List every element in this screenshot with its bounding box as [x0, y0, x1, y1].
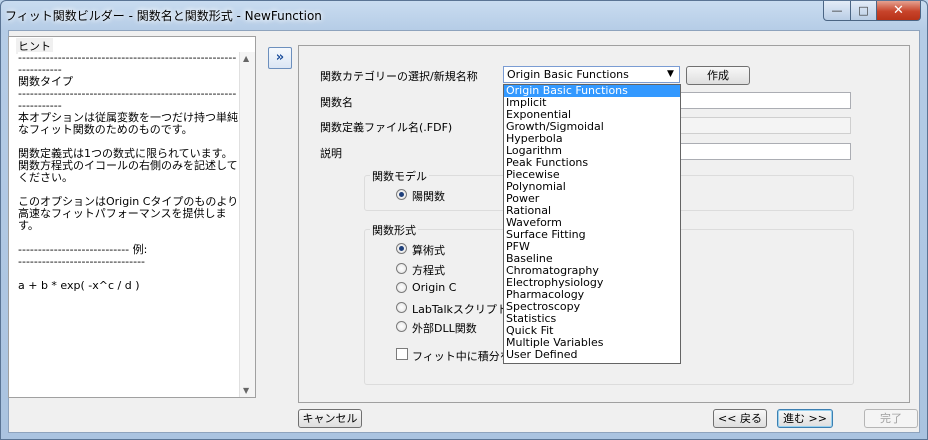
scroll-up-arrow-icon[interactable]: ▲ — [243, 54, 249, 63]
description-label: 説明 — [320, 147, 342, 160]
close-button[interactable]: ✕ — [877, 1, 921, 21]
create-button[interactable]: 作成 — [686, 66, 750, 85]
window-controls: — □ ✕ — [823, 1, 921, 21]
radio-labtalk[interactable] — [396, 302, 407, 313]
fdf-file-label: 関数定義ファイル名(.FDF) — [320, 121, 453, 134]
category-combobox[interactable]: Origin Basic Functions ▼ — [503, 66, 680, 83]
function-name-input[interactable] — [680, 92, 851, 109]
finish-button: 完了 — [864, 409, 918, 428]
radio-explicit-label: 陽関数 — [412, 190, 445, 203]
scroll-down-arrow-icon[interactable]: ▼ — [243, 386, 249, 395]
function-form-title: 関数形式 — [370, 222, 418, 238]
integrate-checkbox[interactable] — [396, 348, 408, 360]
expand-hint-button[interactable]: » — [268, 47, 292, 69]
radio-equation[interactable] — [396, 263, 407, 274]
hint-text: ----------------------------------------… — [18, 52, 240, 392]
radio-origin-c[interactable] — [396, 282, 407, 293]
category-combobox-value: Origin Basic Functions — [507, 68, 629, 81]
title-bar[interactable]: フィット関数ビルダー - 関数名と関数形式 - NewFunction — □ … — [1, 1, 927, 29]
description-input[interactable] — [680, 143, 851, 160]
maximize-button[interactable]: □ — [851, 1, 877, 21]
radio-arithmetic[interactable] — [396, 243, 407, 254]
dropdown-item[interactable]: Surface Fitting — [504, 229, 680, 241]
radio-explicit[interactable] — [396, 189, 407, 200]
function-model-title: 関数モデル — [370, 168, 429, 184]
radio-arithmetic-label: 算術式 — [412, 244, 445, 257]
radio-external-dll[interactable] — [396, 321, 407, 332]
radio-labtalk-label: LabTalkスクリプト — [412, 303, 508, 316]
radio-origin-c-label: Origin C — [412, 281, 457, 294]
category-dropdown-list[interactable]: Origin Basic Functions Implicit Exponent… — [503, 84, 681, 364]
cancel-button[interactable]: キャンセル — [298, 409, 362, 428]
integrate-checkbox-label: フィット中に積分を — [412, 350, 511, 363]
dropdown-item[interactable]: User Defined — [504, 349, 680, 361]
chevron-down-icon[interactable]: ▼ — [663, 68, 678, 81]
function-name-label: 関数名 — [320, 96, 353, 109]
next-button[interactable]: 進む >> — [777, 409, 833, 428]
category-label: 関数カテゴリーの選択/新規名称 — [320, 70, 478, 83]
fdf-file-input — [680, 117, 851, 134]
minimize-button[interactable]: — — [823, 1, 851, 21]
back-button[interactable]: << 戻る — [713, 409, 767, 428]
hint-scrollbar[interactable]: ▲ ▼ — [239, 52, 255, 397]
radio-external-dll-label: 外部DLL関数 — [412, 322, 477, 335]
radio-equation-label: 方程式 — [412, 264, 445, 277]
window-title: フィット関数ビルダー - 関数名と関数形式 - NewFunction — [5, 9, 322, 23]
